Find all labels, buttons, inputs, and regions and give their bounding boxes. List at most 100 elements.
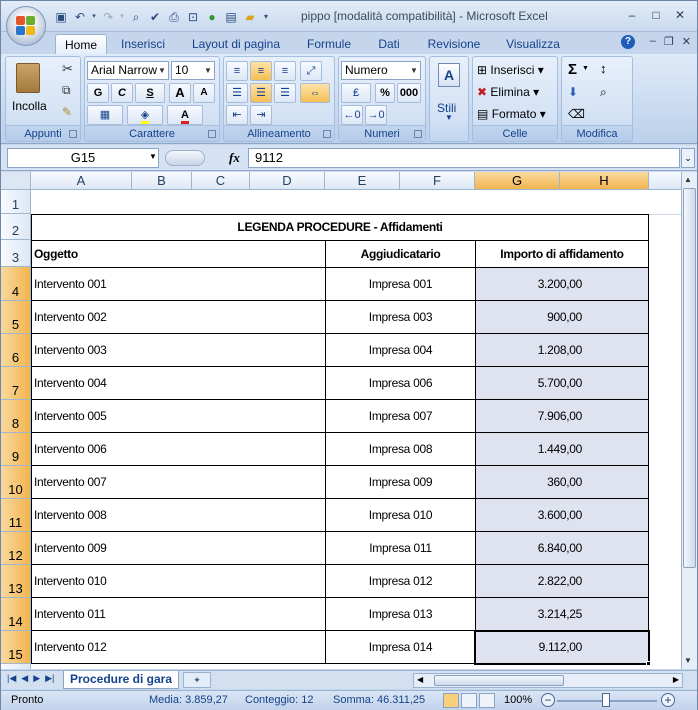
page-break-view-icon[interactable]: [479, 693, 495, 708]
refresh-icon[interactable]: ●: [204, 9, 220, 25]
percent-button[interactable]: %: [375, 83, 395, 103]
redo-dropdown-icon[interactable]: ▾: [119, 9, 125, 25]
find-select-icon[interactable]: ⌕: [600, 85, 607, 100]
column-header-e[interactable]: E: [325, 172, 400, 190]
first-sheet-icon[interactable]: |◀: [7, 673, 16, 684]
font-name-combo[interactable]: Arial Narrow ▼: [87, 61, 169, 80]
align-middle-button[interactable]: ≡: [250, 61, 272, 81]
print-icon[interactable]: ⎙: [166, 9, 182, 25]
font-color-button[interactable]: A: [167, 105, 203, 125]
cut-icon[interactable]: ✂: [62, 61, 73, 77]
insert-cells-button[interactable]: ⊞ Inserisci ▾: [477, 63, 544, 77]
expand-formula-bar-icon[interactable]: ⌄: [681, 148, 695, 168]
insert-function-button[interactable]: fx: [229, 150, 240, 166]
shrink-font-button[interactable]: A: [193, 83, 215, 103]
sort-filter-icon[interactable]: ↕: [600, 61, 607, 76]
row-header[interactable]: 9: [1, 433, 31, 466]
column-header-h[interactable]: H: [560, 172, 649, 190]
print-preview-icon[interactable]: ⊡: [185, 9, 201, 25]
carattere-launcher-icon[interactable]: [208, 130, 216, 138]
vertical-scrollbar[interactable]: ▲ ▼: [681, 172, 697, 669]
row-header[interactable]: 10: [1, 466, 31, 499]
paste-icon[interactable]: [16, 63, 40, 93]
tab-home[interactable]: Home: [55, 34, 107, 54]
sheet-tab-procedure[interactable]: Procedure di gara: [63, 671, 179, 689]
column-header-d[interactable]: D: [250, 172, 325, 190]
number-format-combo[interactable]: Numero ▼: [341, 61, 421, 80]
last-sheet-icon[interactable]: ▶|: [45, 673, 54, 684]
tab-formule[interactable]: Formule: [299, 34, 359, 54]
format-cells-button[interactable]: ▤ Formato ▾: [477, 107, 546, 121]
column-header-f[interactable]: F: [400, 172, 475, 190]
workbook-minimize-icon[interactable]: –: [650, 35, 656, 48]
row-header[interactable]: 7: [1, 367, 31, 400]
align-center-button[interactable]: ☰: [250, 83, 272, 103]
worksheet-grid[interactable]: A B C D E F G H 1 2 3 4 5 6 7 8 9 10 11 …: [1, 172, 681, 669]
vertical-scroll-thumb[interactable]: [683, 188, 696, 568]
row-header[interactable]: 15: [1, 631, 31, 664]
align-bottom-button[interactable]: ≡: [274, 61, 296, 81]
row-header[interactable]: 4: [1, 267, 31, 301]
decrease-decimal-button[interactable]: →0: [365, 105, 387, 125]
column-header-next[interactable]: [649, 172, 681, 190]
redo-icon[interactable]: ↷: [100, 9, 116, 25]
workbook-close-icon[interactable]: ✕: [682, 35, 691, 48]
scroll-left-icon[interactable]: ◀: [417, 675, 423, 684]
row-header[interactable]: 13: [1, 565, 31, 598]
row-header[interactable]: 1: [1, 190, 31, 214]
orientation-button[interactable]: ⤢: [300, 61, 322, 81]
align-top-button[interactable]: ≡: [226, 61, 248, 81]
tab-inserisci[interactable]: Inserisci: [113, 34, 173, 54]
horizontal-scroll-thumb[interactable]: [434, 675, 564, 686]
thousands-button[interactable]: 000: [397, 83, 421, 103]
spelling-icon[interactable]: ✔: [147, 9, 163, 25]
save-icon[interactable]: ▣: [53, 9, 69, 25]
undo-icon[interactable]: ↶: [72, 9, 88, 25]
maximize-icon[interactable]: □: [645, 6, 667, 24]
align-right-button[interactable]: ☰: [274, 83, 296, 103]
copy-icon[interactable]: ⧉: [62, 83, 71, 98]
align-left-button[interactable]: ☰: [226, 83, 248, 103]
name-box[interactable]: G15: [7, 148, 159, 168]
tab-visualizza[interactable]: Visualizza: [499, 34, 567, 54]
numeri-launcher-icon[interactable]: [414, 130, 422, 138]
grow-font-button[interactable]: A: [169, 83, 191, 103]
borders-button[interactable]: ▦: [87, 105, 123, 125]
scroll-down-icon[interactable]: ▼: [684, 656, 692, 665]
tab-dati[interactable]: Dati: [369, 34, 409, 54]
merge-center-button[interactable]: ⇔: [300, 83, 330, 103]
zoom-level[interactable]: 100%: [504, 694, 532, 706]
column-header-g[interactable]: G: [475, 172, 560, 190]
formula-bar-resize-handle[interactable]: [165, 150, 205, 166]
column-header-b[interactable]: B: [132, 172, 192, 190]
row-header[interactable]: 5: [1, 301, 31, 334]
zoom-slider-thumb[interactable]: [602, 693, 610, 707]
row-header[interactable]: 14: [1, 598, 31, 631]
minimize-icon[interactable]: –: [621, 6, 643, 24]
column-header-c[interactable]: C: [192, 172, 250, 190]
increase-indent-button[interactable]: ⇥: [250, 105, 272, 125]
office-button[interactable]: [6, 6, 46, 46]
undo-dropdown-icon[interactable]: ▾: [91, 9, 97, 25]
row-header[interactable]: 11: [1, 499, 31, 532]
increase-decimal-button[interactable]: ←0: [341, 105, 363, 125]
underline-button[interactable]: S: [135, 83, 165, 103]
autosum-button[interactable]: Σ: [568, 61, 577, 78]
tab-layout[interactable]: Layout di pagina: [185, 34, 287, 54]
document-icon[interactable]: ▤: [223, 9, 239, 25]
allineamento-launcher-icon[interactable]: [323, 130, 331, 138]
format-painter-icon[interactable]: ✎: [62, 105, 72, 119]
zoom-in-icon[interactable]: +: [661, 693, 675, 707]
normal-view-icon[interactable]: [443, 693, 459, 708]
fill-icon[interactable]: ⬇: [568, 85, 578, 99]
select-all-button[interactable]: [1, 172, 31, 190]
next-sheet-icon[interactable]: ▶: [33, 673, 40, 684]
horizontal-scrollbar[interactable]: ◀ ▶: [413, 673, 683, 688]
zoom-out-icon[interactable]: −: [541, 693, 555, 707]
find-icon[interactable]: ⌕: [128, 9, 144, 25]
delete-cells-button[interactable]: ✖ Elimina ▾: [477, 85, 539, 99]
tab-revisione[interactable]: Revisione: [421, 34, 487, 54]
italic-button[interactable]: C: [111, 83, 133, 103]
scroll-up-icon[interactable]: ▲: [684, 175, 692, 184]
open-folder-icon[interactable]: ▰: [242, 9, 258, 25]
